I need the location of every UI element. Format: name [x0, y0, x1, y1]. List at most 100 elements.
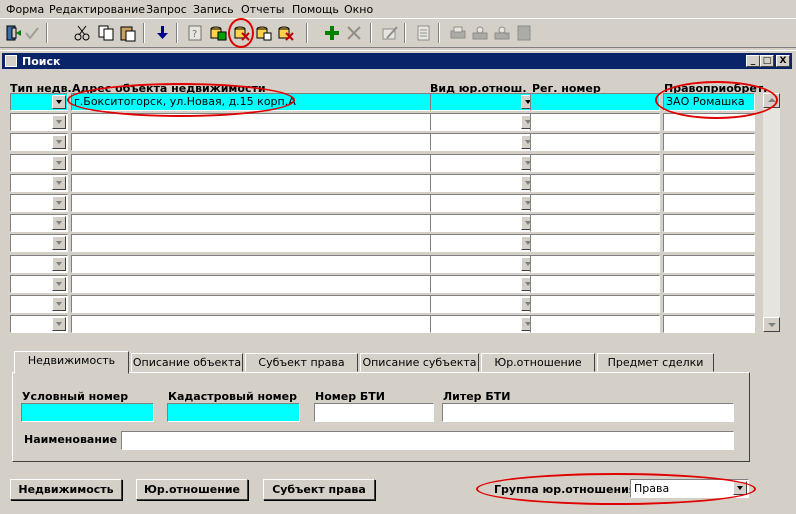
reg-number-cell[interactable]: [530, 214, 660, 232]
acquirer-cell[interactable]: [663, 174, 755, 192]
tab-realty[interactable]: Недвижимость: [14, 351, 129, 374]
chevron-down-icon[interactable]: [52, 115, 66, 129]
relation-cell[interactable]: [430, 295, 537, 313]
address-cell[interactable]: г.Бокситогорск, ул.Новая, д.15 корп.А: [71, 93, 437, 111]
chevron-down-icon[interactable]: [52, 297, 66, 311]
add-plus-icon[interactable]: [322, 22, 342, 44]
type-cell[interactable]: [10, 234, 68, 252]
acquirer-cell[interactable]: [663, 113, 755, 131]
acquirer-cell[interactable]: [663, 275, 755, 293]
reg-number-cell[interactable]: [530, 295, 660, 313]
menu-edit[interactable]: Редактирование: [49, 3, 145, 16]
relation-cell[interactable]: [430, 255, 537, 273]
scroll-up-arrow-icon[interactable]: [763, 93, 780, 108]
reg-number-cell[interactable]: [530, 93, 660, 111]
menu-window[interactable]: Окно: [344, 3, 373, 16]
scroll-down-arrow-icon[interactable]: [763, 317, 780, 332]
list-icon[interactable]: [414, 22, 434, 44]
address-cell[interactable]: [71, 275, 437, 293]
menu-reports[interactable]: Отчеты: [241, 3, 284, 16]
type-cell[interactable]: [10, 154, 68, 172]
reg-number-cell[interactable]: [530, 133, 660, 151]
print-icon[interactable]: [448, 22, 468, 44]
chevron-down-icon[interactable]: [52, 216, 66, 230]
acquirer-cell[interactable]: [663, 214, 755, 232]
type-cell[interactable]: [10, 174, 68, 192]
address-cell[interactable]: [71, 174, 437, 192]
query-icon[interactable]: ?: [186, 22, 206, 44]
type-cell[interactable]: [10, 113, 68, 131]
edit-icon[interactable]: [380, 22, 400, 44]
reg-number-cell[interactable]: [530, 255, 660, 273]
delete-record-icon[interactable]: [276, 22, 296, 44]
minimize-button[interactable]: _: [746, 55, 760, 67]
relation-cell[interactable]: [430, 174, 537, 192]
conditional-number-field[interactable]: [21, 403, 154, 422]
relation-cell[interactable]: [430, 315, 537, 333]
accept-check-icon[interactable]: [22, 22, 42, 44]
acquirer-cell[interactable]: [663, 194, 755, 212]
chevron-down-icon[interactable]: [52, 317, 66, 331]
help-icon[interactable]: [514, 22, 534, 44]
acquirer-cell[interactable]: [663, 234, 755, 252]
paste-icon[interactable]: [118, 22, 138, 44]
type-cell[interactable]: [10, 315, 68, 333]
exit-door-icon[interactable]: [3, 22, 23, 44]
type-cell[interactable]: [10, 255, 68, 273]
type-cell[interactable]: [10, 93, 68, 111]
type-cell[interactable]: [10, 214, 68, 232]
relation-cell[interactable]: [430, 194, 537, 212]
chevron-down-icon[interactable]: [52, 236, 66, 250]
realty-button[interactable]: Недвижимость: [10, 479, 122, 500]
relation-cell[interactable]: [430, 93, 537, 111]
reg-number-cell[interactable]: [530, 174, 660, 192]
chevron-down-icon[interactable]: [52, 196, 66, 210]
reg-number-cell[interactable]: [530, 113, 660, 131]
tab-rights-subject[interactable]: Субъект права: [245, 353, 358, 372]
address-cell[interactable]: [71, 133, 437, 151]
copy-icon[interactable]: [96, 22, 116, 44]
acquirer-cell[interactable]: [663, 255, 755, 273]
execute-query-icon[interactable]: [208, 22, 228, 44]
reg-number-cell[interactable]: [530, 315, 660, 333]
chevron-down-icon[interactable]: [733, 481, 747, 495]
type-cell[interactable]: [10, 194, 68, 212]
tab-legal-relation[interactable]: Юр.отношение: [481, 353, 595, 372]
relation-group-select[interactable]: Права: [630, 479, 749, 498]
address-cell[interactable]: [71, 214, 437, 232]
address-cell[interactable]: [71, 315, 437, 333]
rights-subject-button[interactable]: Субъект права: [263, 479, 375, 500]
tab-deal-subject[interactable]: Предмет сделки: [597, 353, 714, 372]
address-cell[interactable]: [71, 154, 437, 172]
address-cell[interactable]: [71, 255, 437, 273]
address-cell[interactable]: [71, 234, 437, 252]
address-cell[interactable]: [71, 113, 437, 131]
type-cell[interactable]: [10, 275, 68, 293]
reg-number-cell[interactable]: [530, 275, 660, 293]
acquirer-cell[interactable]: [663, 154, 755, 172]
relation-cell[interactable]: [430, 154, 537, 172]
address-cell[interactable]: [71, 295, 437, 313]
save-down-arrow-icon[interactable]: [152, 22, 172, 44]
reg-number-cell[interactable]: [530, 154, 660, 172]
clear-record-icon[interactable]: [232, 22, 252, 44]
print-preview-icon[interactable]: [492, 22, 512, 44]
type-cell[interactable]: [10, 295, 68, 313]
bti-letter-field[interactable]: [442, 403, 734, 422]
legal-relation-button[interactable]: Юр.отношение: [136, 479, 248, 500]
chevron-down-icon[interactable]: [52, 135, 66, 149]
menu-help[interactable]: Помощь: [292, 3, 339, 16]
type-cell[interactable]: [10, 133, 68, 151]
acquirer-cell[interactable]: [663, 295, 755, 313]
relation-cell[interactable]: [430, 214, 537, 232]
acquirer-cell[interactable]: ЗАО Ромашка: [663, 93, 755, 111]
relation-cell[interactable]: [430, 113, 537, 131]
relation-cell[interactable]: [430, 133, 537, 151]
acquirer-cell[interactable]: [663, 315, 755, 333]
cut-icon[interactable]: [72, 22, 92, 44]
menu-query[interactable]: Запрос: [146, 3, 187, 16]
insert-record-icon[interactable]: [254, 22, 274, 44]
chevron-down-icon[interactable]: [52, 176, 66, 190]
bti-number-field[interactable]: [314, 403, 434, 422]
remove-x-icon[interactable]: [344, 22, 364, 44]
